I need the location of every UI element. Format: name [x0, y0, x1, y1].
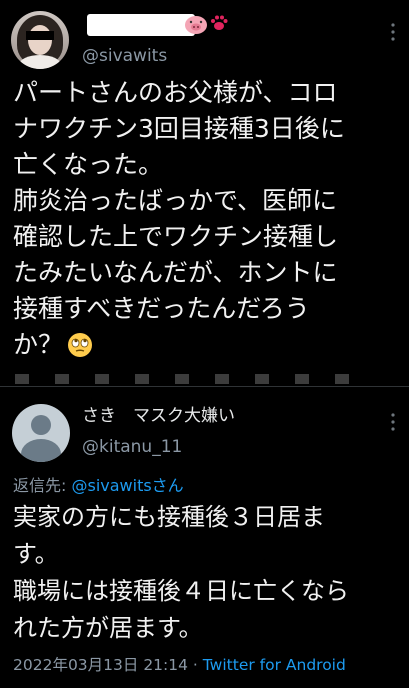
tweet-card-reply[interactable]: さき マスク大嫌い @kitanu_11 返信先: @sivawitsさん 実家…	[0, 386, 409, 688]
tweet-text-line: たみたいなんだが、ホントに	[13, 258, 338, 287]
reply-to-link[interactable]: @sivawitsさん	[71, 476, 183, 495]
tweet-text-line: ナワクチン3回目接種3日後に	[13, 114, 345, 143]
avatar-face	[28, 25, 52, 55]
reply-to-label: 返信先: @sivawitsさん	[13, 472, 184, 496]
tweet-text-line: す。	[13, 540, 59, 568]
tweet-text-line: 確認した上でワクチン接種し	[13, 222, 339, 251]
tweet-text-line: 実家の方にも接種後３日居ま	[13, 503, 325, 531]
avatar-head	[31, 415, 51, 435]
redacted-display-name	[87, 14, 195, 36]
tweet-text-line: 亡くなった。	[13, 150, 164, 179]
tweet-text-line-last: か？	[13, 327, 405, 363]
default-avatar[interactable]	[12, 404, 70, 462]
display-name[interactable]: さき マスク大嫌い	[82, 401, 235, 426]
tweet-text-line: パートさんのお父様が、コロ	[13, 78, 338, 107]
more-options-icon[interactable]	[390, 22, 396, 42]
tweet-text-line: 肺炎治ったばっかで、医師に	[13, 186, 338, 215]
tweet-metadata: 2022年03月13日 21:14 · Twitter for Android	[13, 653, 346, 675]
avatar-shoulders	[21, 439, 61, 462]
reply-prefix: 返信先:	[13, 476, 72, 495]
timestamp[interactable]: 2022年03月13日 21:14	[13, 656, 188, 674]
tweet-card-original[interactable]: @sivawits パートさんのお父様が、コロ ナワクチン3回目接種3日後に 亡…	[0, 0, 409, 384]
tweet-text-line: 接種すべきだったんだろう	[13, 294, 310, 323]
more-options-icon[interactable]	[390, 412, 396, 432]
tweet-text: パートさんのお父様が、コロ ナワクチン3回目接種3日後に 亡くなった。 肺炎治っ…	[13, 75, 405, 363]
paw-print-icon	[211, 15, 228, 30]
censor-bar	[26, 31, 54, 40]
user-handle[interactable]: @sivawits	[82, 46, 167, 66]
tweet-text-fragment: か？	[13, 330, 64, 359]
avatar[interactable]	[11, 11, 69, 69]
avatar-body	[19, 55, 61, 69]
tweet-text-line: れた方が居ます。	[13, 614, 203, 642]
user-handle[interactable]: @kitanu_11	[82, 437, 182, 457]
clipped-text-line	[15, 374, 375, 384]
meta-separator: ·	[188, 656, 203, 674]
client-link[interactable]: Twitter for Android	[203, 656, 346, 674]
tweet-text-line: 職場には接種後４日に亡くなら	[13, 577, 349, 605]
eye-roll-emoji-icon	[68, 333, 93, 357]
tweet-text: 実家の方にも接種後３日居ま す。 職場には接種後４日に亡くなら れた方が居ます。	[13, 499, 405, 647]
pig-icon	[185, 16, 207, 34]
